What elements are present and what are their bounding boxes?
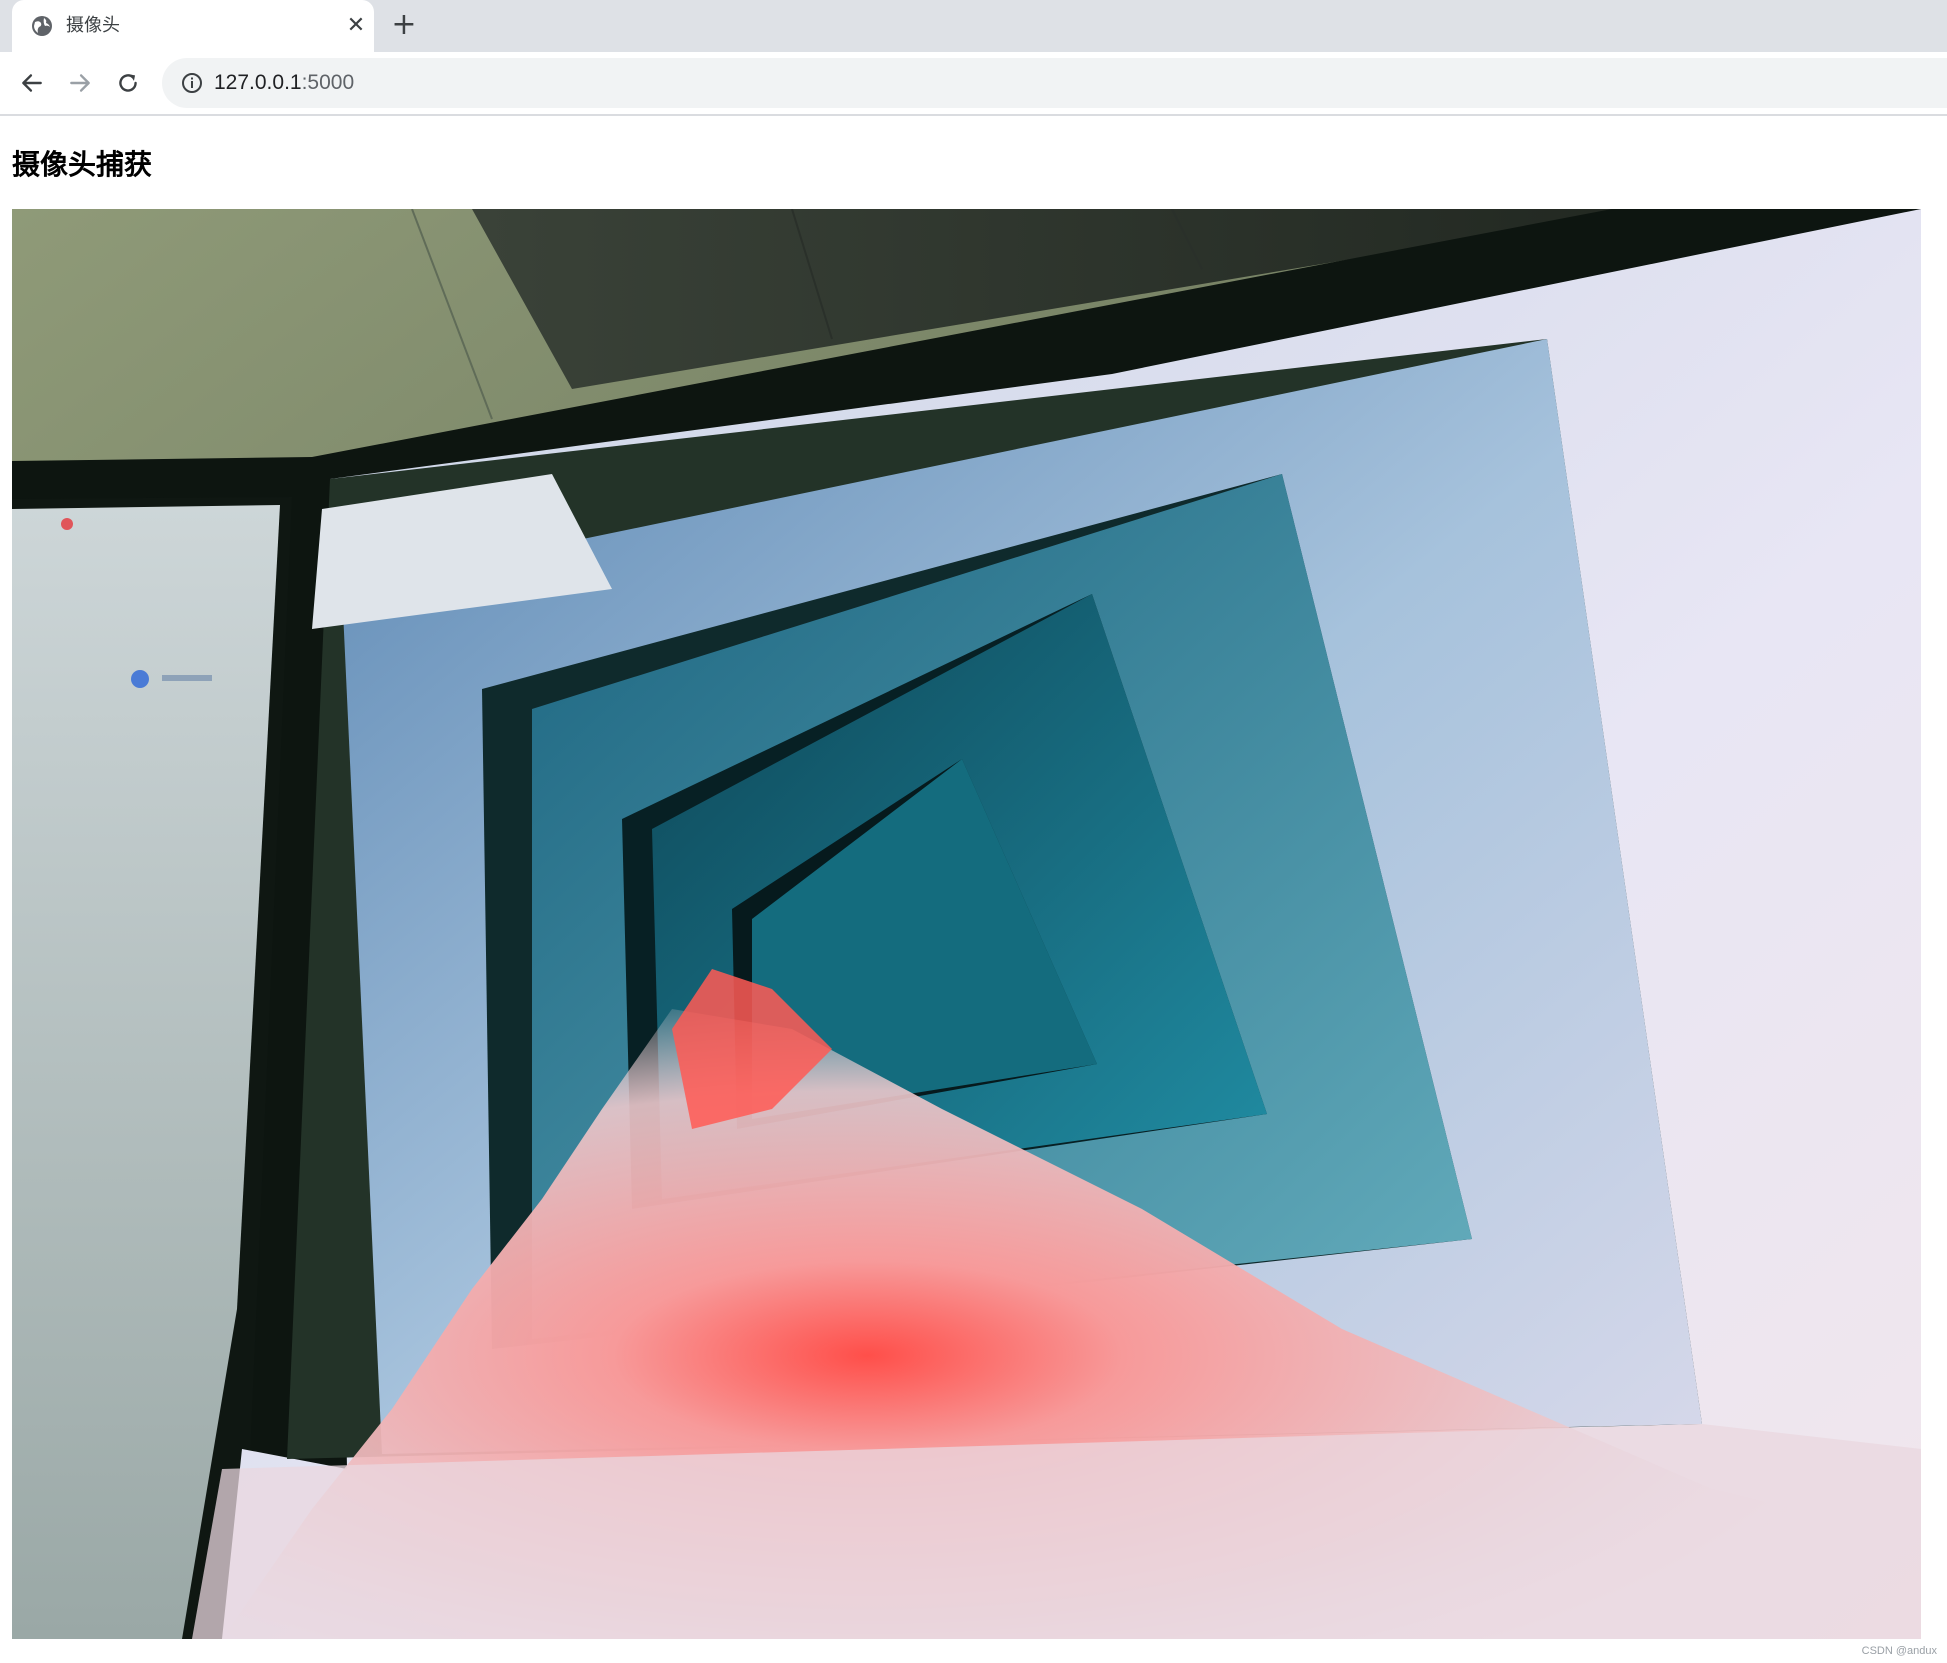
browser-tab[interactable]: 摄像头 ✕ bbox=[12, 0, 374, 52]
info-icon[interactable] bbox=[180, 71, 204, 95]
camera-video-feed bbox=[12, 209, 1921, 1639]
new-tab-button[interactable]: + bbox=[388, 10, 420, 42]
browser-toolbar: 127.0.0.1:5000 bbox=[0, 52, 1947, 116]
watermark-text: CSDN @andux bbox=[1861, 1645, 1937, 1657]
arrow-left-icon bbox=[22, 74, 42, 92]
tab-strip: 摄像头 ✕ + bbox=[0, 0, 1947, 52]
tab-title: 摄像头 bbox=[66, 15, 120, 36]
tab-close-icon[interactable]: ✕ bbox=[342, 12, 370, 40]
reload-icon bbox=[119, 74, 137, 92]
forward-button[interactable] bbox=[62, 65, 98, 101]
camera-frame-image bbox=[12, 209, 1921, 1639]
url-port: :5000 bbox=[301, 71, 355, 94]
url-host: 127.0.0.1 bbox=[214, 71, 302, 94]
arrow-right-icon bbox=[70, 74, 90, 92]
back-button[interactable] bbox=[14, 65, 50, 101]
reload-button[interactable] bbox=[110, 65, 146, 101]
address-url[interactable]: 127.0.0.1:5000 bbox=[214, 70, 354, 96]
address-bar[interactable]: 127.0.0.1:5000 bbox=[162, 58, 1947, 108]
globe-icon bbox=[32, 16, 52, 36]
page-title: 摄像头捕获 bbox=[12, 148, 153, 181]
